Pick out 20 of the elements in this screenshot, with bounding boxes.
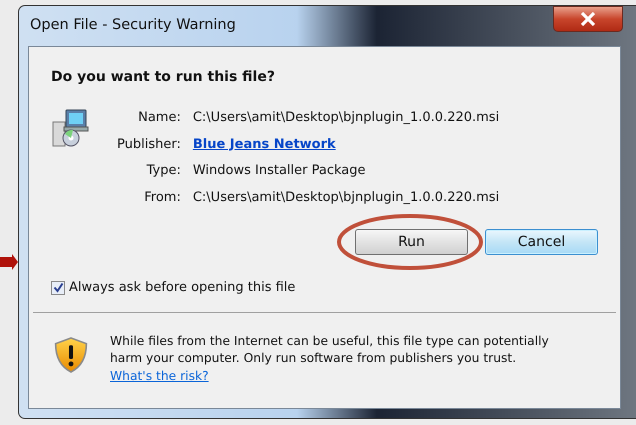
field-label: Type: xyxy=(146,162,181,180)
close-button[interactable] xyxy=(553,6,623,32)
field-value: C:\Users\amit\Desktop\bjnplugin_1.0.0.220.msi xyxy=(192,109,500,127)
field-value: C:\Users\amit\Desktop\bjnplugin_1.0.0.220.msi xyxy=(192,188,500,206)
field-label: Publisher: xyxy=(117,136,181,154)
dialog-question: Do you want to run this file? xyxy=(51,68,276,87)
field-value: Windows Installer Package xyxy=(192,162,366,180)
checkbox-label[interactable]: Always ask before opening this file xyxy=(69,278,296,298)
risk-link[interactable]: What's the risk? xyxy=(110,368,209,382)
warning-message: While files from the Internet can be useful, this file type can potentially harm your computer. Only run software from publishers you trust. What's the risk? xyxy=(110,332,550,384)
dialog-button[interactable]: Cancel xyxy=(485,229,598,255)
window-title: Open File - Security Warning xyxy=(30,16,236,36)
field-label: Name: xyxy=(137,109,181,127)
close-icon xyxy=(580,12,596,26)
publisher-link[interactable]: Blue Jeans Network xyxy=(192,134,500,154)
installer-icon xyxy=(51,108,89,148)
dialog-button[interactable]: Run xyxy=(355,229,468,255)
checkbox[interactable] xyxy=(51,280,65,295)
field-label: From: xyxy=(143,188,181,206)
arrow-icon xyxy=(0,254,18,270)
